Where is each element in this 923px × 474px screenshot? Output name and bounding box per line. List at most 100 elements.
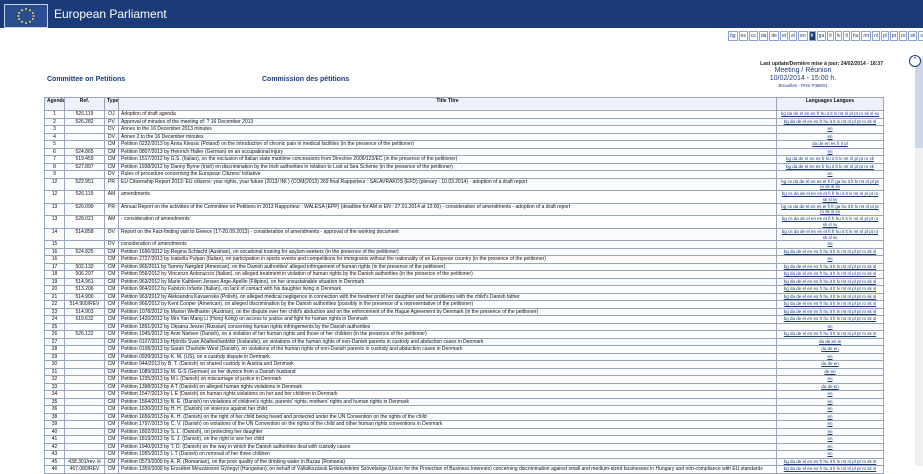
language-link-it[interactable]: it <box>827 31 834 41</box>
cell-languages[interactable]: en <box>776 125 884 134</box>
table-header-row: Agenda No OJ Ref. Type Title Titre Langu… <box>44 97 884 111</box>
language-link-ga[interactable]: ga <box>816 31 827 41</box>
cell-languages[interactable]: bg da de el en es fr hu it lt lv mt nl p… <box>776 330 884 339</box>
agenda-table: Agenda No OJ Ref. Type Title Titre Langu… <box>44 97 884 474</box>
cell-languages[interactable]: da de en <box>776 345 884 354</box>
table-row: 7 519.459 CM Petition 1517/2012 by G.S. (It… <box>44 155 884 164</box>
cell-languages[interactable]: en <box>776 255 884 264</box>
cell-languages[interactable]: en <box>776 353 884 362</box>
language-link-pt[interactable]: pt <box>889 31 898 41</box>
cell-title: Petition 966/2012 by Kent Cooper (Americ… <box>118 300 777 309</box>
cell-languages[interactable]: da de en <box>776 383 884 392</box>
cell-languages[interactable]: da de en es fr it pl <box>776 140 884 149</box>
language-link-nl[interactable]: nl <box>871 31 880 41</box>
cell-type: CM <box>104 435 119 444</box>
table-row: 16 CM Petition 2727/2013 by Isabella Pulpa… <box>44 255 884 264</box>
cell-languages[interactable]: en <box>776 435 884 444</box>
cell-languages[interactable]: en <box>776 375 884 384</box>
cell-ref <box>64 240 105 249</box>
cell-languages[interactable]: bg cs da de el en es et fi fr hu it lt l… <box>776 227 884 242</box>
cell-languages[interactable]: en <box>776 405 884 414</box>
cell-agenda-no: 6 <box>44 147 65 156</box>
cell-type: CM <box>104 155 119 164</box>
cell-languages[interactable]: en <box>776 240 884 249</box>
cell-languages[interactable]: en <box>776 323 884 332</box>
language-link-de[interactable]: de <box>769 31 779 41</box>
cell-languages[interactable]: bg cs da de el en es et fi fr ga hu it l… <box>776 177 884 192</box>
cell-languages[interactable]: da de en <box>776 360 884 369</box>
language-link-el[interactable]: el <box>789 31 798 41</box>
cell-languages[interactable]: bg da de el en es fr hu it lt lv mt nl p… <box>776 458 884 467</box>
cell-title: Petition 0108/2013 by Sarah Charlotte We… <box>118 345 777 354</box>
cell-ref: 526.099 <box>64 202 105 217</box>
cell-title: Petition 1359/2009 by Erzsébet Mészárosn… <box>118 465 777 474</box>
language-link-fr[interactable]: fr <box>808 31 816 41</box>
cell-languages[interactable]: bg da de el en es fr hu it lt lv mt nl p… <box>776 110 884 119</box>
cell-languages[interactable]: en <box>776 398 884 407</box>
cell-title: Approval of minutes of the meeting of: ?… <box>118 117 777 126</box>
cell-ref <box>64 132 105 141</box>
cell-languages[interactable]: bg da de el en es fr hu it lt lv mt nl p… <box>776 285 884 294</box>
cell-languages[interactable]: bg da de el en es fr hu it lt lv mt nl p… <box>776 315 884 324</box>
language-link-lv[interactable]: lv <box>834 31 843 41</box>
cell-languages[interactable]: en <box>776 170 884 179</box>
cell-ref: 438.301/rev. iii <box>64 458 105 467</box>
cell-languages[interactable]: bg da de el en es fr hu it lt lv mt nl p… <box>776 308 884 317</box>
cell-type: CM <box>104 315 119 324</box>
cell-languages[interactable]: bg da de el en es fr hu it lt lv mt nl p… <box>776 263 884 272</box>
language-link-mt[interactable]: mt <box>861 31 871 41</box>
cell-ref: 526.119 <box>64 110 105 119</box>
cell-title: Annex to the 16 December 2013 minutes <box>118 125 777 134</box>
language-link-en[interactable]: en <box>798 31 808 41</box>
cell-title: Petition 1819/2013 by S. J. (Danish), on… <box>118 435 777 444</box>
cell-ref: 502.133 <box>64 263 105 272</box>
language-link-hu[interactable]: hu <box>850 31 861 41</box>
cell-agenda-no: 16 <box>44 255 65 264</box>
cell-languages[interactable]: bg cs da de el en es et fi fr hu it lt l… <box>776 215 884 229</box>
cell-languages[interactable]: bg da de el en es fr hu it lt lv mt nl p… <box>776 155 884 164</box>
language-link-et[interactable]: et <box>779 31 789 41</box>
table-row: 8 527.897 CM Petition 1938/2012 by Danny By… <box>44 162 884 171</box>
cell-ref: 527.897 <box>64 162 105 171</box>
cell-title: Petition 1089/2013 by M. G-S (German) on… <box>118 368 777 377</box>
cell-languages[interactable]: bg da de el en es fr hu it lt lv mt nl p… <box>776 300 884 309</box>
language-link-es[interactable]: es <box>738 31 748 41</box>
cell-title: Adoption of draft agenda <box>118 110 777 119</box>
cell-languages[interactable]: en <box>776 420 884 429</box>
cell-type: PV <box>104 117 119 126</box>
scroll-top-icon[interactable]: ⌃ <box>909 55 921 67</box>
language-link-sk[interactable]: sk <box>908 31 918 41</box>
cell-languages[interactable]: en <box>776 428 884 437</box>
cell-languages[interactable]: bg da de el en es fr hu it lt lv mt nl p… <box>776 162 884 171</box>
cell-languages[interactable]: bg da de el en es fr hu it lt lv mt nl p… <box>776 270 884 279</box>
cell-ref <box>64 338 105 347</box>
scrollbar-thumb[interactable] <box>915 58 923 148</box>
cell-languages[interactable]: da de en is <box>776 338 884 347</box>
cell-languages[interactable]: en <box>776 443 884 452</box>
cell-ref <box>64 125 105 134</box>
language-link-ro[interactable]: ro <box>898 31 908 41</box>
language-link-cs[interactable]: cs <box>748 31 758 41</box>
cell-languages[interactable]: bg da de el en es fr hu it lt lv mt nl p… <box>776 117 884 126</box>
language-link-sl[interactable]: sl <box>918 31 923 41</box>
cell-languages[interactable]: bg da de el en es fr hu it lt lv mt nl p… <box>776 293 884 302</box>
language-link-pl[interactable]: pl <box>880 31 889 41</box>
cell-languages[interactable]: bg cs da de el en es et fi fr hu it lt l… <box>776 190 884 204</box>
cell-languages[interactable]: en <box>776 413 884 422</box>
language-link-bg[interactable]: bg <box>728 31 738 41</box>
cell-languages[interactable]: bg cs da de el en es et fi fr ga hu it l… <box>776 202 884 217</box>
cell-languages[interactable]: bg da de el en es fr hu it lt lv mt nl p… <box>776 278 884 287</box>
brand-name[interactable]: European Parliament <box>54 7 167 21</box>
cell-languages[interactable]: bg da de el en es fr hu it lt lv mt nl p… <box>776 465 884 474</box>
eu-flag-icon[interactable] <box>4 4 48 28</box>
cell-languages[interactable]: en <box>776 132 884 141</box>
cell-title: Petition 0107/2013 by Hjördís Svan Aðalh… <box>118 338 777 347</box>
cell-languages[interactable]: de en <box>776 368 884 377</box>
language-link-lt[interactable]: lt <box>843 31 850 41</box>
cell-title: Petition 1517/2012 by G.S. (Italian), on… <box>118 155 777 164</box>
cell-languages[interactable]: bg da de el en es fr hu it lt lv mt nl p… <box>776 248 884 257</box>
cell-languages[interactable]: en <box>776 450 884 459</box>
cell-languages[interactable]: en <box>776 390 884 399</box>
cell-languages[interactable]: en <box>776 147 884 156</box>
language-link-da[interactable]: da <box>758 31 769 41</box>
